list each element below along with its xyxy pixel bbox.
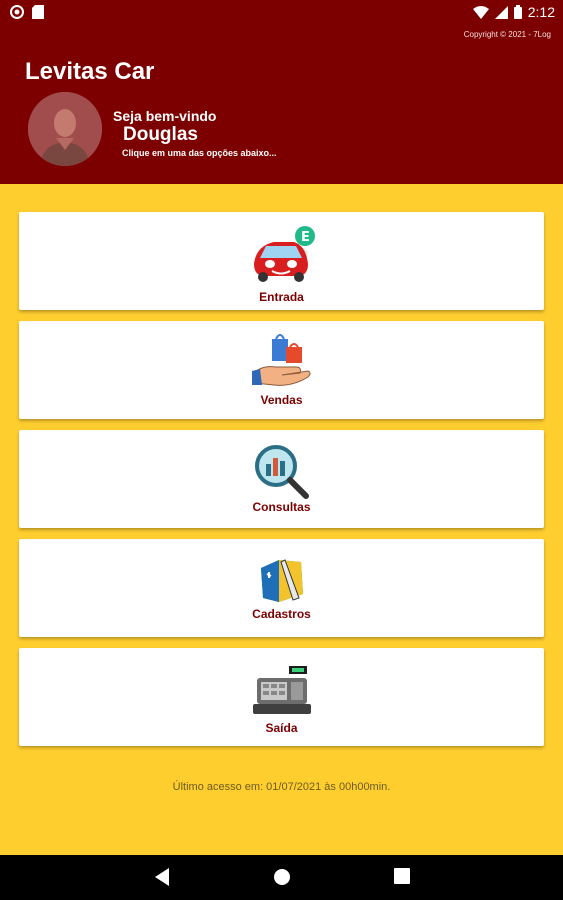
last-access-text: Último acesso em: 01/07/2021 às 00h00min… [172,781,391,793]
notification-circle-icon [10,5,24,19]
menu-vendas-label: Vendas [260,393,303,407]
magnifier-chart-icon [254,445,309,499]
welcome-text: Seja bem-vindo [113,108,217,124]
app-title: Levitas Car [25,58,155,85]
shopping-hand-icon [251,334,310,386]
recent-apps-icon[interactable] [394,868,410,884]
status-right: 2:12 [472,4,555,20]
copyright-text: Copyright © 2021 - 7Log [463,30,551,39]
hint-text: Clique em uma das opções abaixo... [122,148,277,158]
battery-icon [513,5,522,19]
svg-text:E: E [301,230,310,245]
user-photo-icon [28,92,102,166]
car-entry-icon: E [253,226,315,282]
menu-entrada-label: Entrada [259,290,304,304]
menu-consultas-button[interactable]: Consultas [19,430,544,528]
menu-cadastros-label: Cadastros [252,607,311,621]
menu-entrada-button[interactable]: E Entrada [19,212,544,310]
status-bar: 2:12 [0,0,563,26]
status-left-icons [10,5,44,19]
status-time: 2:12 [527,4,555,20]
navigation-bar [0,855,563,900]
app-header: Copyright © 2021 - 7Log Levitas Car Seja… [0,26,563,184]
home-icon[interactable] [273,868,291,886]
wifi-icon [472,5,489,19]
cash-register-icon [252,666,311,714]
menu-saida-label: Saída [265,721,298,735]
menu-consultas-label: Consultas [252,500,311,514]
menu-vendas-button[interactable]: Vendas [19,321,544,419]
sd-card-icon [32,5,44,19]
username: Douglas [123,124,198,145]
user-avatar [28,92,102,166]
signal-icon [494,5,508,19]
menu-cadastros-button[interactable]: Cadastros [19,539,544,637]
back-icon[interactable] [155,868,169,886]
menu-saida-button[interactable]: Saída [19,648,544,746]
folder-pen-icon [260,559,303,602]
